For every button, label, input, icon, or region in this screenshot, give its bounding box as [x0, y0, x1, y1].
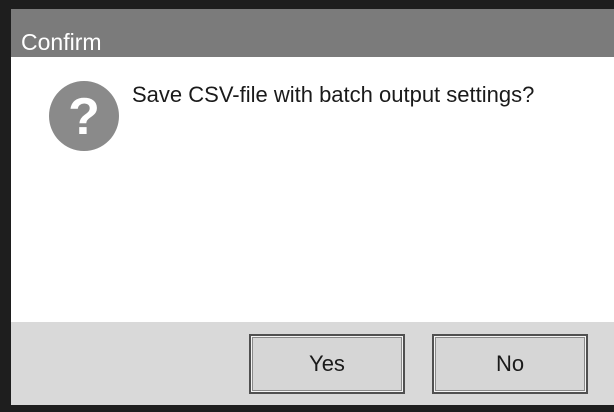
- dialog-titlebar: Confirm: [11, 9, 614, 57]
- question-mark-glyph: ?: [68, 88, 100, 146]
- dialog-message: Save CSV-file with batch output settings…: [132, 82, 535, 107]
- question-icon: ?: [49, 81, 119, 151]
- confirm-dialog: Confirm ? Save CSV-file with batch outpu…: [11, 9, 614, 405]
- dialog-button-bar: Yes No: [11, 322, 614, 405]
- dialog-title: Confirm: [21, 29, 102, 55]
- yes-button[interactable]: Yes: [249, 334, 405, 394]
- dialog-content: ? Save CSV-file with batch output settin…: [11, 57, 614, 322]
- no-button[interactable]: No: [432, 334, 588, 394]
